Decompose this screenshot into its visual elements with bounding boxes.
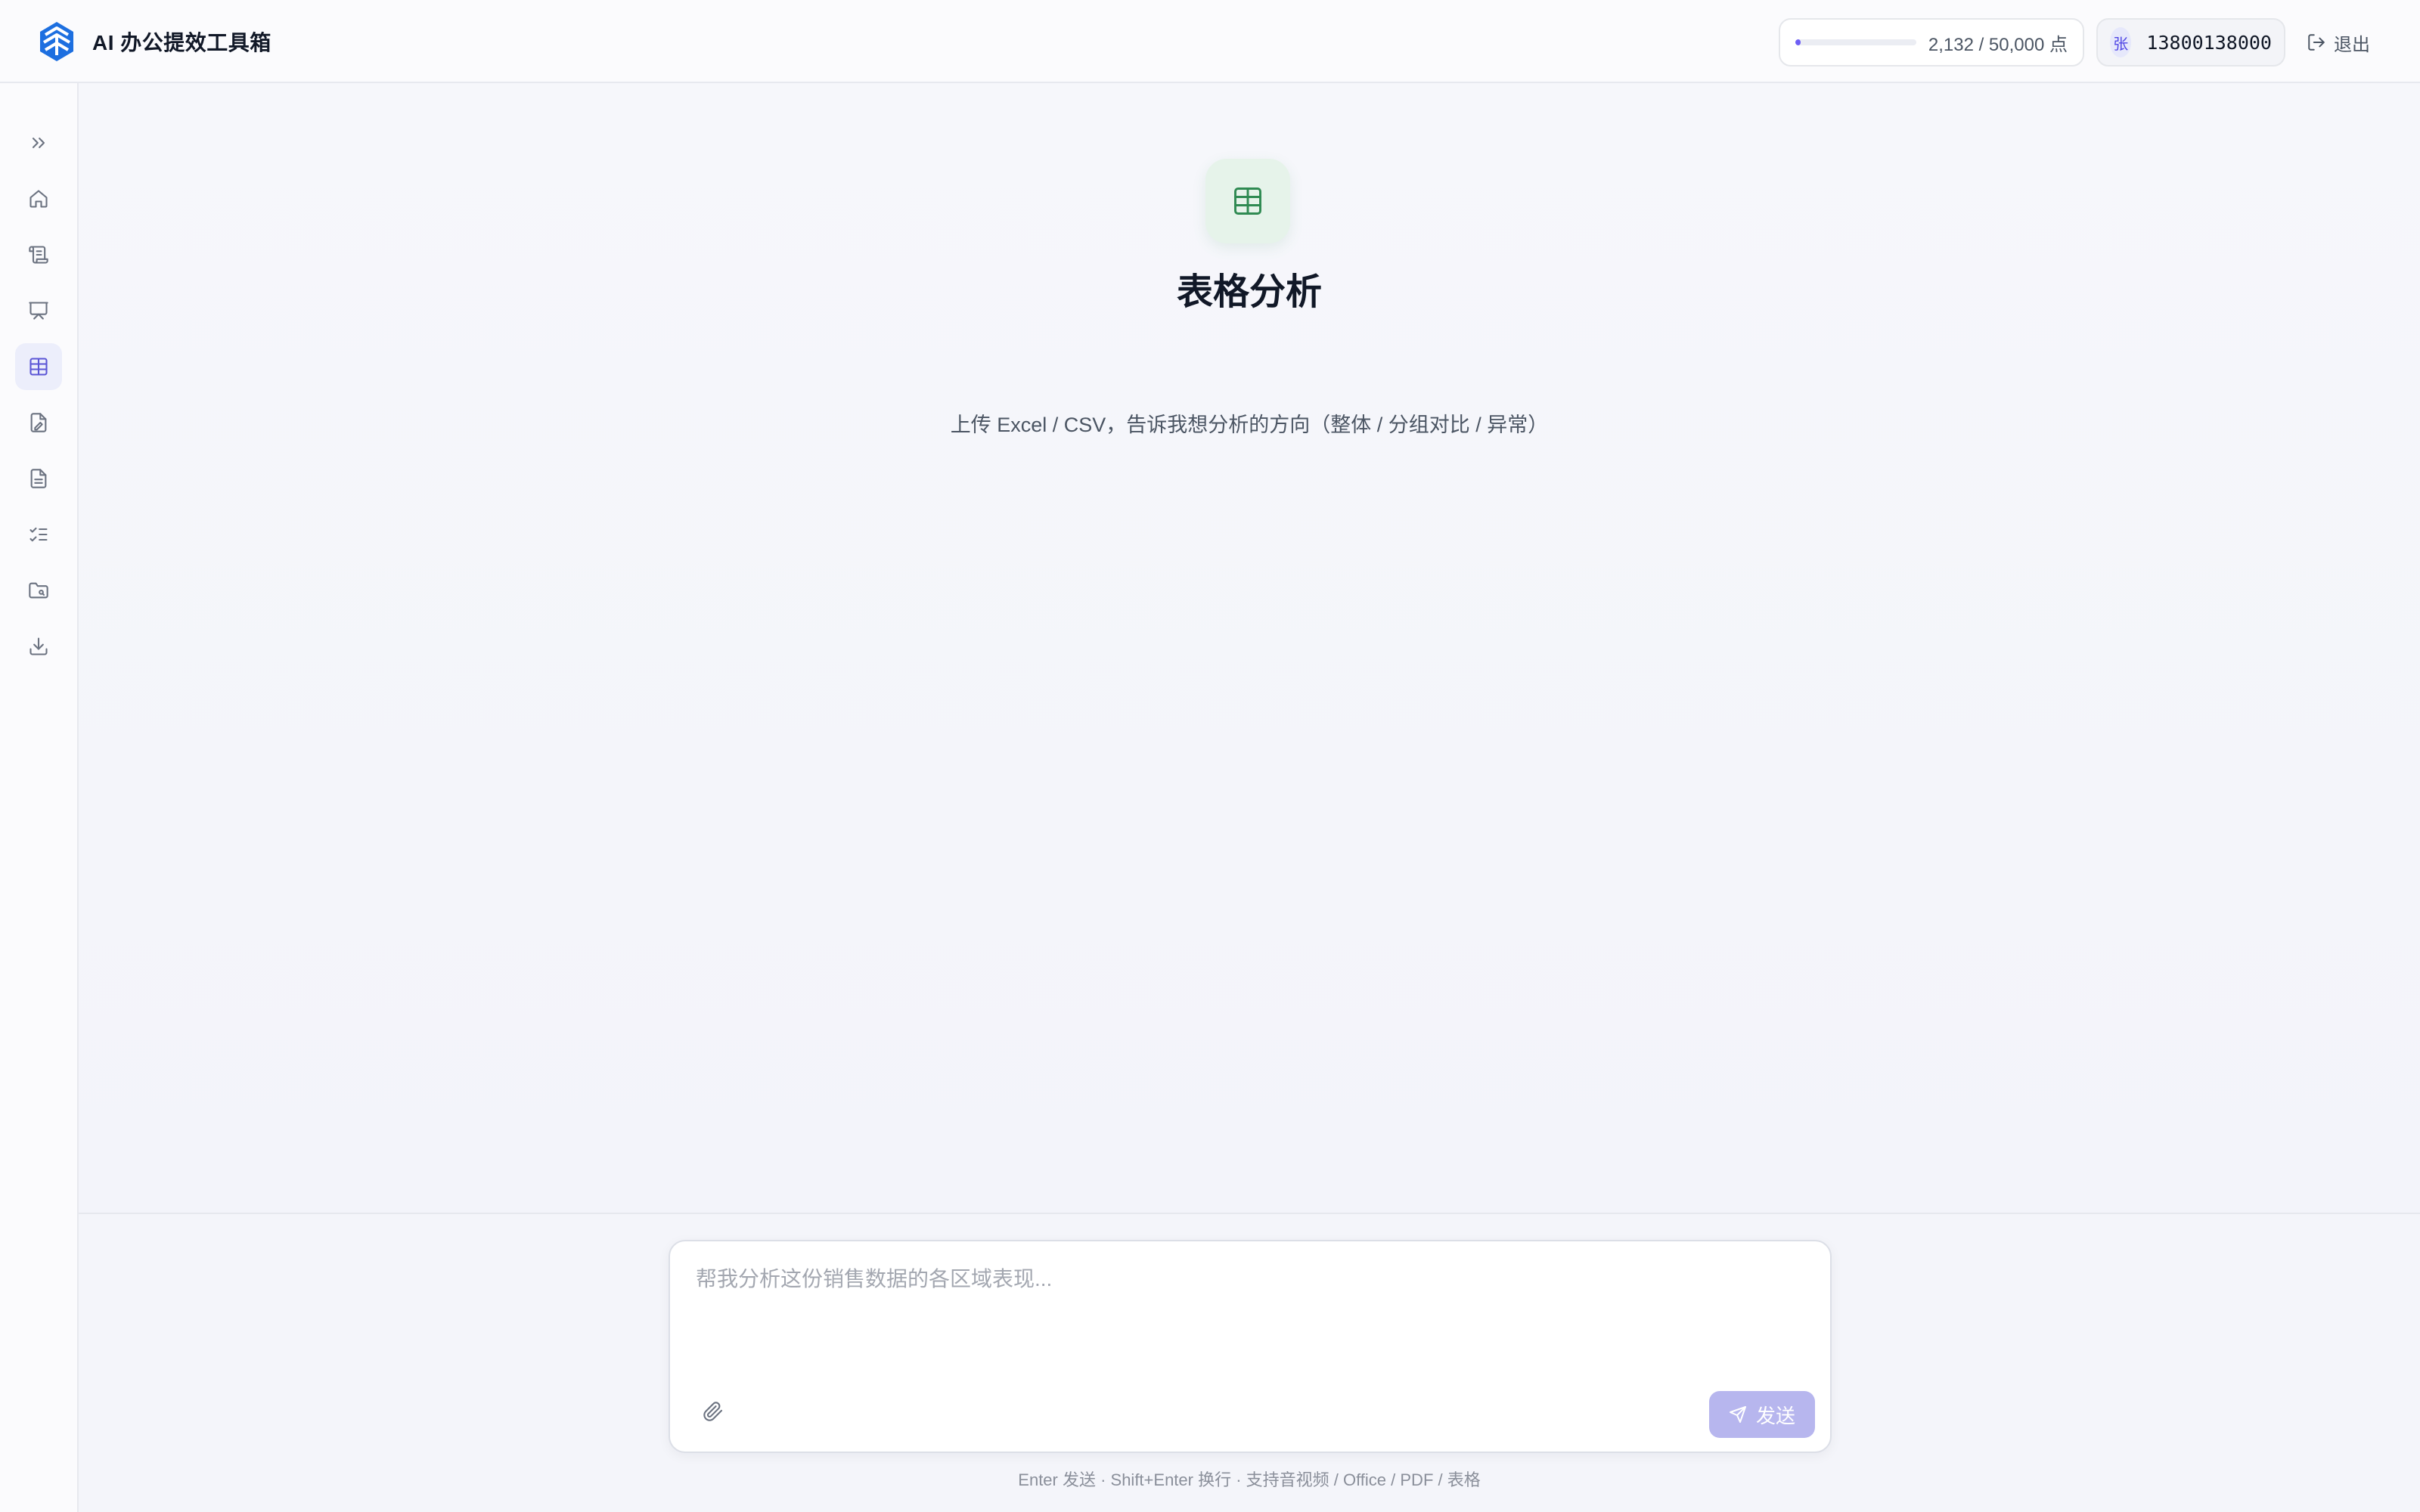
- home-icon: [29, 190, 48, 208]
- list-checks-icon: [29, 527, 48, 542]
- sidebar-item-folder[interactable]: [15, 567, 62, 614]
- file-edit-icon: [30, 413, 47, 432]
- user-account-chip[interactable]: 张 13800138000: [2096, 18, 2285, 67]
- download-icon: [29, 637, 48, 655]
- logout-button[interactable]: 退出: [2307, 24, 2370, 60]
- points-quota: 2,132 / 50,000 点: [1779, 18, 2084, 67]
- presentation-icon: [29, 302, 48, 320]
- sidebar-item-presentation[interactable]: [15, 287, 62, 334]
- brand[interactable]: AI 办公提效工具箱: [35, 20, 271, 64]
- app-title: AI 办公提效工具箱: [92, 31, 271, 54]
- page-subtitle: 上传 Excel / CSV，告诉我想分析的方向（整体 / 分组对比 / 异常）: [950, 414, 1549, 436]
- file-text-icon: [30, 469, 47, 488]
- chevrons-right-icon: [32, 138, 45, 148]
- scroll-icon: [29, 246, 48, 264]
- send-label: 发送: [1755, 1404, 1795, 1427]
- sidebar-item-file-edit[interactable]: [15, 399, 62, 446]
- main-content: 表格分析 上传 Excel / CSV，告诉我想分析的方向（整体 / 分组对比 …: [79, 83, 2420, 1213]
- message-composer: 发送: [669, 1240, 1832, 1453]
- sidebar: [0, 83, 79, 1512]
- logout-icon: [2308, 34, 2325, 51]
- message-input[interactable]: [694, 1261, 1806, 1374]
- sidebar-item-checklist[interactable]: [15, 511, 62, 558]
- attach-file-button[interactable]: [694, 1393, 732, 1430]
- folder-search-icon: [29, 582, 48, 599]
- sidebar-item-table-analysis[interactable]: [15, 343, 62, 390]
- hero-table-badge: [1205, 159, 1290, 243]
- quota-progress-fill: [1795, 39, 1801, 45]
- table-icon: [29, 358, 48, 376]
- quota-progress-track: [1795, 39, 1916, 45]
- table-icon: [1234, 187, 1261, 215]
- logout-label: 退出: [2334, 34, 2370, 55]
- app-logo-icon: [40, 22, 73, 61]
- sidebar-item-file-text[interactable]: [15, 455, 62, 502]
- send-button[interactable]: 发送: [1709, 1391, 1815, 1438]
- sidebar-item-document-writing[interactable]: [15, 231, 62, 278]
- sidebar-item-download[interactable]: [15, 623, 62, 670]
- sidebar-item-expand[interactable]: [15, 119, 62, 166]
- composer-area: 发送 Enter 发送 · Shift+Enter 换行 · 支持音视频 / O…: [79, 1213, 2420, 1512]
- keyboard-hint: Enter 发送 · Shift+Enter 换行 · 支持音视频 / Offi…: [1018, 1470, 1481, 1489]
- send-icon: [1729, 1406, 1746, 1423]
- user-phone: 13800138000: [2146, 31, 2272, 54]
- quota-label: 2,132 / 50,000 点: [1928, 34, 2068, 55]
- top-header: AI 办公提效工具箱 2,132 / 50,000 点 张 1380013800…: [0, 0, 2420, 83]
- paperclip-icon: [703, 1402, 723, 1421]
- avatar: 张: [2110, 27, 2132, 57]
- sidebar-item-home[interactable]: [15, 175, 62, 222]
- page-title: 表格分析: [1176, 272, 1322, 312]
